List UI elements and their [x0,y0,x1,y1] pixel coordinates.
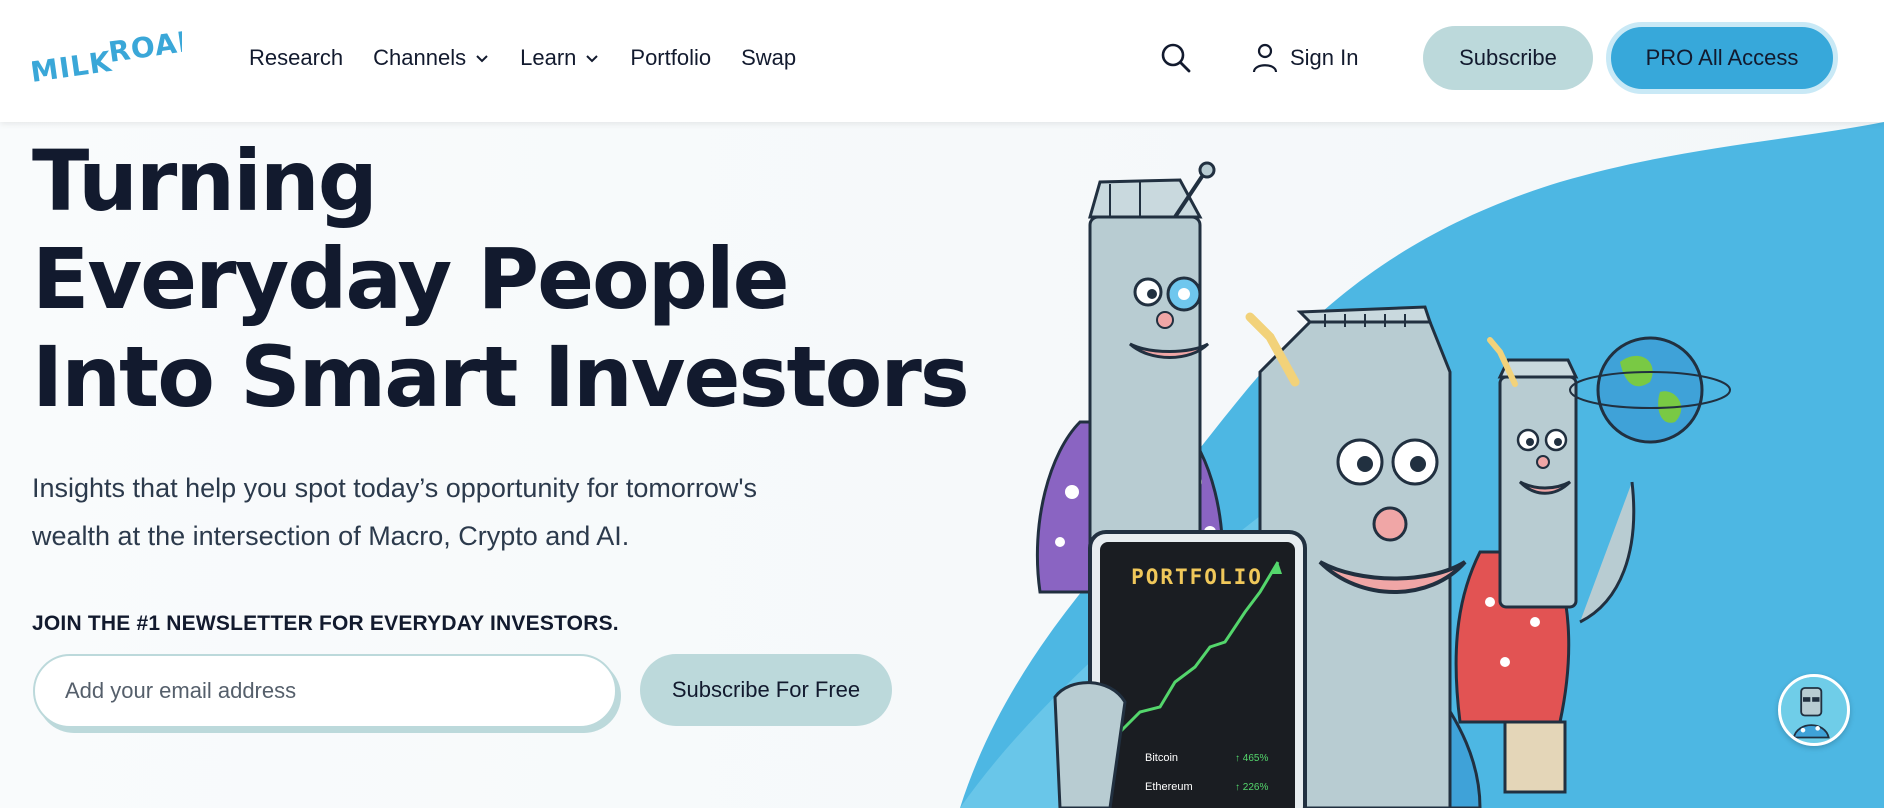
subscribe-for-free-button[interactable]: Subscribe For Free [640,654,892,726]
chevron-down-icon [586,55,599,63]
hero-subtitle-line-2: wealth at the intersection of Macro, Cry… [32,521,630,551]
phone-row-ethereum-change: ↑ 226% [1235,782,1268,793]
phone-row-bitcoin-name: Bitcoin [1145,752,1178,764]
milk-road-logo[interactable]: MILK ROAD [28,23,203,89]
newsletter-join-label: JOIN THE #1 NEWSLETTER FOR EVERYDAY INVE… [32,612,619,635]
nav-research-label: Research [249,45,344,70]
phone-row-bitcoin-change: ↑ 465% [1235,753,1268,764]
nav-portfolio[interactable]: Portfolio [630,45,711,71]
search-icon [1161,43,1191,73]
hero-title-line-1: Turning [32,132,378,230]
search-button[interactable] [1160,42,1192,74]
site-header: MILK ROAD Research Channels Learn Portfo… [0,0,1884,122]
portfolio-phone: PORTFOLIO Bitcoin ↑ 465% Ethereum ↑ 226% [1053,530,1307,808]
email-field-wrapper [33,654,617,728]
subscribe-button[interactable]: Subscribe [1423,26,1593,90]
main-nav: Research Channels Learn Portfolio Swap [249,0,826,116]
hero-title: Turning Everyday People Into Smart Inves… [32,132,970,426]
hero-subtitle: Insights that help you spot today’s oppo… [32,464,892,560]
hero-illustration: PORTFOLIO Bitcoin ↑ 465% Ethereum ↑ 226% [960,122,1884,808]
hero-title-line-3: Into Smart Investors [32,328,970,426]
phone-title: PORTFOLIO [1131,565,1263,589]
email-field[interactable] [35,656,615,726]
nav-swap[interactable]: Swap [741,45,796,71]
chat-avatar-icon [1781,677,1842,739]
chevron-down-icon [476,55,488,63]
signin-label: Sign In [1290,45,1359,70]
nav-research[interactable]: Research [249,45,343,71]
phone-row-ethereum-name: Ethereum [1145,781,1193,793]
nav-swap-label: Swap [741,45,797,70]
nav-portfolio-label: Portfolio [630,45,712,70]
user-icon [1252,43,1278,73]
nav-channels[interactable]: Channels [373,45,490,71]
hero-title-line-2: Everyday People [32,230,790,328]
nav-learn[interactable]: Learn [520,45,600,71]
pro-all-access-button[interactable]: PRO All Access [1606,22,1838,94]
hero-subtitle-line-1: Insights that help you spot today’s oppo… [32,473,758,503]
chat-widget-button[interactable] [1778,674,1850,746]
signin-link[interactable]: Sign In [1252,38,1359,78]
svg-text:ROAD: ROAD [106,30,182,69]
nav-learn-label: Learn [520,45,577,70]
svg-text:MILK: MILK [32,45,114,88]
nav-channels-label: Channels [373,45,467,70]
